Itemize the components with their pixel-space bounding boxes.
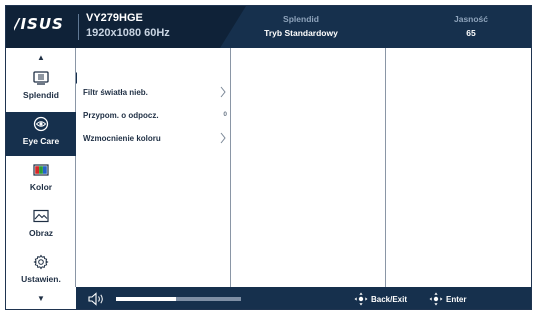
splendid-icon [33, 71, 49, 85]
scroll-down-arrow[interactable]: ▼ [6, 294, 76, 303]
menu-item-label: Przypom. o odpocz. [83, 111, 159, 120]
volume-slider[interactable] [116, 297, 241, 301]
brightness-status-label: Jasność [453, 14, 489, 24]
sidebar-item-eye-care[interactable]: Eye Care [6, 112, 76, 156]
model-name: VY279HGE [86, 12, 143, 24]
enter-button[interactable]: Enter [429, 292, 484, 306]
gear-icon [33, 254, 49, 270]
svg-text:/ISUS: /ISUS [14, 16, 64, 32]
joystick-enter-icon [429, 292, 443, 306]
asus-logo-icon: /ISUS [12, 15, 64, 33]
sidebar: ▲ Splendid Eye Care Kolor Obraz Ustawien… [6, 48, 76, 303]
menu-item-label: Filtr światła nieb. [83, 88, 148, 97]
brightness-status-value: 65 [466, 28, 476, 38]
menu-item-rest-reminder[interactable]: Przypom. o odpocz. 0 [83, 108, 227, 124]
splendid-status-label: Splendid [283, 14, 319, 24]
sidebar-item-label: Splendid [23, 90, 59, 100]
eye-icon [33, 116, 49, 132]
scroll-up-arrow[interactable]: ▲ [6, 53, 76, 62]
speaker-icon [88, 292, 103, 306]
sidebar-item-label: Eye Care [22, 136, 60, 146]
brand-logo: /ISUS [12, 15, 72, 37]
osd-window: /ISUS VY279HGE 1920x1080 60Hz Splendid T… [5, 5, 532, 310]
sidebar-item-kolor[interactable]: Kolor [6, 158, 76, 202]
sidebar-item-splendid[interactable]: Splendid [6, 66, 76, 110]
sidebar-item-obraz[interactable]: Obraz [6, 204, 76, 248]
chevron-right-icon [220, 86, 226, 98]
enter-label: Enter [446, 295, 467, 304]
menu-item-label: Wzmocnienie koloru [83, 134, 161, 143]
menu-item-value: 0 [223, 111, 227, 118]
options-panel [232, 48, 386, 287]
resolution-text: 1920x1080 60Hz [86, 27, 170, 39]
sidebar-item-ustawienia[interactable]: Ustawien. [6, 250, 76, 294]
volume-slider-fill [116, 297, 176, 301]
sidebar-item-label: Ustawien. [21, 274, 61, 284]
image-wave-icon [33, 209, 49, 223]
submenu-panel: Filtr światła nieb. Przypom. o odpocz. 0… [77, 48, 231, 287]
menu-item-blue-light-filter[interactable]: Filtr światła nieb. [83, 85, 227, 101]
values-panel [387, 48, 531, 287]
color-bars-icon [33, 164, 49, 176]
sidebar-item-label: Kolor [29, 182, 53, 192]
header-splendid-status: Splendid Tryb Standardowy [236, 12, 366, 40]
splendid-status-value: Tryb Standardowy [264, 28, 338, 38]
header-separator [78, 14, 79, 40]
joystick-back-icon [354, 292, 368, 306]
chevron-right-icon [220, 132, 226, 144]
header-bar: /ISUS VY279HGE 1920x1080 60Hz Splendid T… [6, 6, 531, 48]
back-exit-button[interactable]: Back/Exit [354, 292, 424, 306]
bottom-bar: Back/Exit Enter [76, 287, 531, 309]
sidebar-item-label: Obraz [28, 228, 54, 238]
header-brightness-status: Jasność 65 [401, 12, 531, 40]
back-exit-label: Back/Exit [371, 295, 408, 304]
menu-item-color-augmentation[interactable]: Wzmocnienie koloru [83, 131, 227, 147]
